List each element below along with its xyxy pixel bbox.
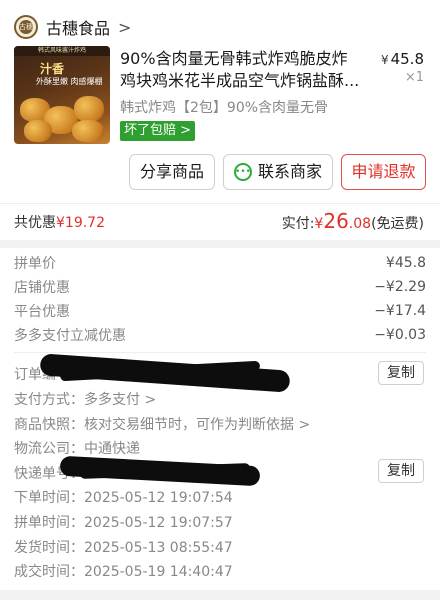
order-time-value: 2025-05-12 19:07:54 xyxy=(84,490,233,506)
fried-chicken-piece xyxy=(74,96,104,122)
divider xyxy=(14,352,426,353)
logistics-value: 中通快递 xyxy=(84,441,140,457)
payment-method-label: 支付方式： xyxy=(14,392,84,408)
divider xyxy=(0,203,440,204)
payment-method-value: 多多支付 > xyxy=(84,392,157,408)
store-logo: 古穗 xyxy=(14,15,38,39)
logistics-label: 物流公司： xyxy=(14,441,84,457)
detail-label: 店铺优惠 xyxy=(14,280,70,296)
price-value: 45.8 xyxy=(390,50,424,68)
order-time-row: 下单时间：2025-05-12 19:07:54 xyxy=(14,487,233,507)
product-title[interactable]: 90%含肉量无骨韩式炸鸡脆皮炸 鸡块鸡米花半成品空气炸锅盐酥... xyxy=(120,48,372,92)
paid-note: (免运费) xyxy=(371,216,424,232)
fried-chicken-piece xyxy=(72,120,104,142)
product-title-line1: 90%含肉量无骨韩式炸鸡脆皮炸 xyxy=(120,49,348,68)
store-name[interactable]: 古穗食品 xyxy=(46,15,110,39)
product-price: ¥45.8 xyxy=(381,50,424,68)
contact-merchant-button[interactable]: ••• 联系商家 xyxy=(223,154,333,190)
detail-row-platform-discount: 平台优惠 −¥17.4 xyxy=(14,300,426,322)
discount-value: ¥19.72 xyxy=(56,215,105,231)
payment-method-row[interactable]: 支付方式：多多支付 > xyxy=(14,389,156,409)
group-time-row: 拼单时间：2025-05-12 19:07:57 xyxy=(14,512,233,532)
copy-order-number-button[interactable]: 复制 xyxy=(378,361,424,385)
snapshot-value: 核对交易细节时，可作为判断依据 > xyxy=(84,417,311,433)
order-time-label: 下单时间： xyxy=(14,490,84,506)
group-time-label: 拼单时间： xyxy=(14,515,84,531)
detail-label: 平台优惠 xyxy=(14,304,70,320)
price-symbol: ¥ xyxy=(380,53,389,67)
ship-time-row: 发货时间：2025-05-13 08:55:47 xyxy=(14,537,233,557)
store-header[interactable]: 古穗 古穗食品 > xyxy=(14,14,131,40)
product-image-subtitle: 外酥里嫩 肉感爆棚 xyxy=(36,77,103,86)
paid-label: 实付: xyxy=(281,216,315,232)
store-logo-text: 古穗 xyxy=(19,20,33,34)
product-spec: 韩式炸鸡【2包】90%含肉量无骨 xyxy=(120,100,329,116)
guarantee-badge[interactable]: 坏了包赔 > xyxy=(120,121,196,141)
discount-label: 共优惠 xyxy=(14,215,56,231)
paid-symbol: ¥ xyxy=(314,216,324,232)
detail-row-group-price: 拼单价 ¥45.8 xyxy=(14,252,426,274)
detail-value: ¥45.8 xyxy=(385,255,426,271)
product-image-strip: 韩式风味酱汁炸鸡 xyxy=(14,46,110,56)
paid-integer: 26 xyxy=(323,209,349,233)
product-quantity: ×1 xyxy=(404,70,424,85)
product-image[interactable]: 韩式风味酱汁炸鸡 汁香 外酥里嫩 肉感爆棚 xyxy=(14,46,110,144)
product-title-line2: 鸡块鸡米花半成品空气炸锅盐酥... xyxy=(120,71,360,90)
logistics-row: 物流公司：中通快递 xyxy=(14,438,140,458)
detail-row-pay-discount: 多多支付立减优惠 −¥0.03 xyxy=(14,324,426,346)
detail-value: −¥17.4 xyxy=(374,303,426,319)
detail-value: −¥2.29 xyxy=(374,279,426,295)
chevron-right-icon: > xyxy=(118,17,132,37)
detail-label: 拼单价 xyxy=(14,256,56,272)
snapshot-label: 商品快照： xyxy=(14,417,84,433)
deal-time-row: 成交时间：2025-05-19 14:40:47 xyxy=(14,561,233,581)
ship-time-value: 2025-05-13 08:55:47 xyxy=(84,540,233,556)
section-separator xyxy=(0,240,440,248)
deal-time-value: 2025-05-19 14:40:47 xyxy=(84,564,233,580)
fried-chicken-piece xyxy=(24,120,52,142)
product-image-title: 汁香 xyxy=(40,62,65,76)
bottom-separator xyxy=(0,590,440,600)
contact-merchant-label: 联系商家 xyxy=(257,162,322,181)
detail-value: −¥0.03 xyxy=(374,327,426,343)
deal-time-label: 成交时间： xyxy=(14,564,84,580)
total-discount: 共优惠¥19.72 xyxy=(14,212,105,232)
copy-tracking-number-button[interactable]: 复制 xyxy=(378,459,424,483)
amount-paid: 实付: ¥ 26 .08 (免运费) xyxy=(282,209,424,233)
chat-bubble-icon: ••• xyxy=(233,163,252,181)
detail-row-store-discount: 店铺优惠 −¥2.29 xyxy=(14,276,426,298)
request-refund-button[interactable]: 申请退款 xyxy=(341,154,426,190)
share-product-button[interactable]: 分享商品 xyxy=(129,154,215,190)
group-time-value: 2025-05-12 19:07:57 xyxy=(84,515,233,531)
snapshot-row[interactable]: 商品快照：核对交易细节时，可作为判断依据 > xyxy=(14,414,310,434)
paid-decimal: .08 xyxy=(348,216,372,232)
ship-time-label: 发货时间： xyxy=(14,540,84,556)
detail-label: 多多支付立减优惠 xyxy=(14,328,126,344)
